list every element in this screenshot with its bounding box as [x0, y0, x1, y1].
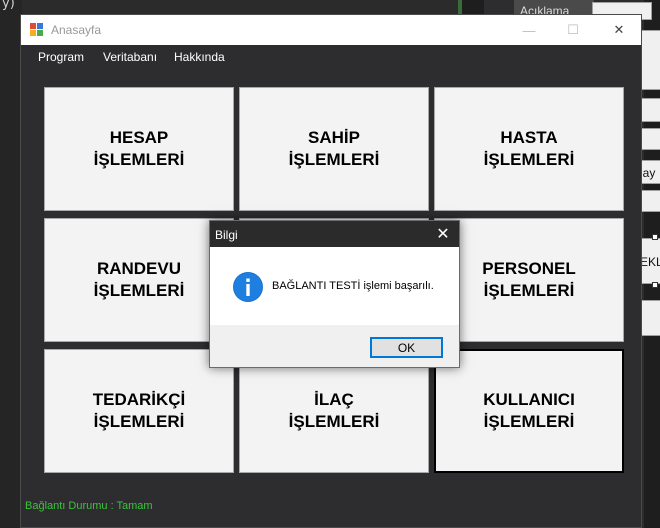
dialog-close-button[interactable]: ✕ — [427, 221, 459, 247]
menu-item-hakkinda[interactable]: Hakkında — [174, 50, 225, 64]
menu-bar: Program Veritabanı Hakkında — [21, 45, 641, 69]
window-title: Anasayfa — [51, 23, 102, 37]
dialog-title-bar[interactable]: Bilgi ✕ — [210, 221, 459, 247]
kullanici-islemleri-button[interactable]: KULLANICI İŞLEMLERİ — [434, 349, 624, 473]
randevu-islemleri-button[interactable]: RANDEVU İŞLEMLERİ — [44, 218, 234, 342]
background-clipped-text: EKL — [640, 255, 660, 269]
background-handle — [652, 282, 658, 288]
menu-item-program[interactable]: Program — [38, 50, 84, 64]
background-top-strip — [22, 0, 462, 14]
ok-button[interactable]: OK — [370, 337, 443, 358]
tile-label: KULLANICI İŞLEMLERİ — [483, 390, 575, 431]
tile-label: İLAÇ İŞLEMLERİ — [288, 390, 380, 431]
tile-label: RANDEVU İŞLEMLERİ — [93, 259, 185, 300]
dialog-message: BAĞLANTI TESTİ işlemi başarılı. — [272, 280, 434, 292]
sahip-islemleri-button[interactable]: SAHİP İŞLEMLERİ — [239, 87, 429, 211]
tedarikci-islemleri-button[interactable]: TEDARİKÇİ İŞLEMLERİ — [44, 349, 234, 473]
dialog-title: Bilgi — [215, 228, 238, 242]
menu-item-veritabani[interactable]: Veritabanı — [103, 50, 157, 64]
hasta-islemleri-button[interactable]: HASTA İŞLEMLERİ — [434, 87, 624, 211]
background-handle — [652, 234, 658, 240]
close-button[interactable]: ✕ — [597, 15, 641, 45]
tile-label: HESAP İŞLEMLERİ — [93, 128, 185, 169]
app-icon — [30, 23, 44, 37]
maximize-button[interactable]: ☐ — [551, 15, 595, 45]
info-icon — [233, 272, 263, 302]
background-accent — [458, 0, 462, 14]
personel-islemleri-button[interactable]: PERSONEL İŞLEMLERİ — [434, 218, 624, 342]
background-left-panel: y) — [0, 0, 22, 528]
tile-label: SAHİP İŞLEMLERİ — [288, 128, 380, 169]
tile-label: TEDARİKÇİ İŞLEMLERİ — [92, 390, 186, 431]
minimize-button[interactable]: — — [507, 15, 551, 45]
info-dialog: Bilgi ✕ BAĞLANTI TESTİ işlemi başarılı. … — [209, 220, 460, 368]
dialog-body: BAĞLANTI TESTİ işlemi başarılı. — [210, 247, 459, 325]
status-bar: Bağlantı Durumu : Tamam — [21, 495, 641, 517]
connection-status: Bağlantı Durumu : Tamam — [25, 500, 153, 512]
background-left-text: y) — [2, 0, 15, 11]
background-clipped-text: lay — [640, 166, 656, 180]
title-bar[interactable]: Anasayfa — ☐ ✕ — [21, 15, 641, 45]
hesap-islemleri-button[interactable]: HESAP İŞLEMLERİ — [44, 87, 234, 211]
tile-label: HASTA İŞLEMLERİ — [483, 128, 575, 169]
tile-label: PERSONEL İŞLEMLERİ — [482, 259, 576, 300]
